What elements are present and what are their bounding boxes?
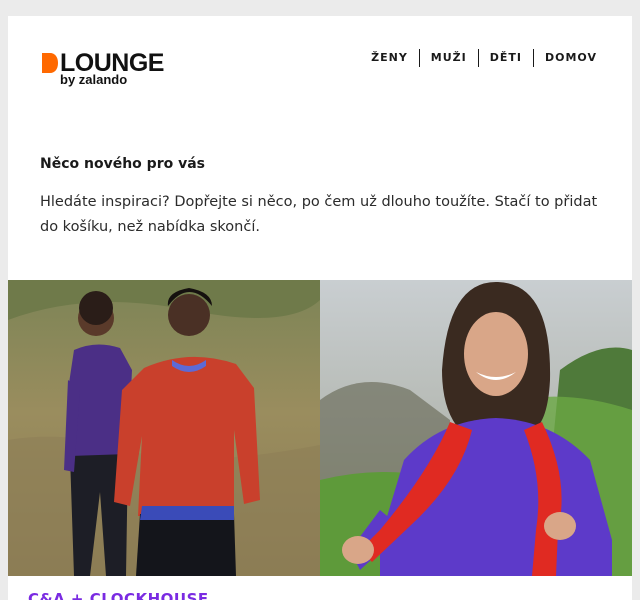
intro-paragraph: Hledáte inspiraci? Dopřejte si něco, po … (40, 194, 598, 235)
category-nav: ŽENY MUŽI DĚTI DOMOV (360, 49, 608, 67)
intro-heading: Něco nového pro vás (40, 156, 205, 172)
logo-mark-icon (42, 53, 58, 73)
woman-sweater-image (320, 280, 632, 576)
men-sweaters-image (8, 280, 320, 576)
email-card: LOUNGE by zalando ŽENY MUŽI DĚTI DOMOV N… (8, 16, 632, 600)
campaign-photos[interactable] (8, 280, 632, 576)
campaign-brand-title[interactable]: C&A + CLOCKHOUSE (28, 590, 209, 600)
nav-item-muzi[interactable]: MUŽI (418, 49, 478, 67)
logo-subtitle: by zalando (60, 72, 128, 87)
nav-item-zeny[interactable]: ŽENY (360, 49, 419, 67)
lounge-logo[interactable]: LOUNGE by zalando (40, 50, 180, 90)
nav-item-domov[interactable]: DOMOV (533, 49, 608, 67)
nav-item-deti[interactable]: DĚTI (477, 49, 533, 67)
woman-sweater-photo[interactable] (320, 280, 632, 576)
men-sweaters-photo[interactable] (8, 280, 320, 576)
intro-section: Něco nového pro vás Hledáte inspiraci? D… (40, 154, 600, 240)
header: LOUNGE by zalando ŽENY MUŽI DĚTI DOMOV (8, 16, 632, 116)
